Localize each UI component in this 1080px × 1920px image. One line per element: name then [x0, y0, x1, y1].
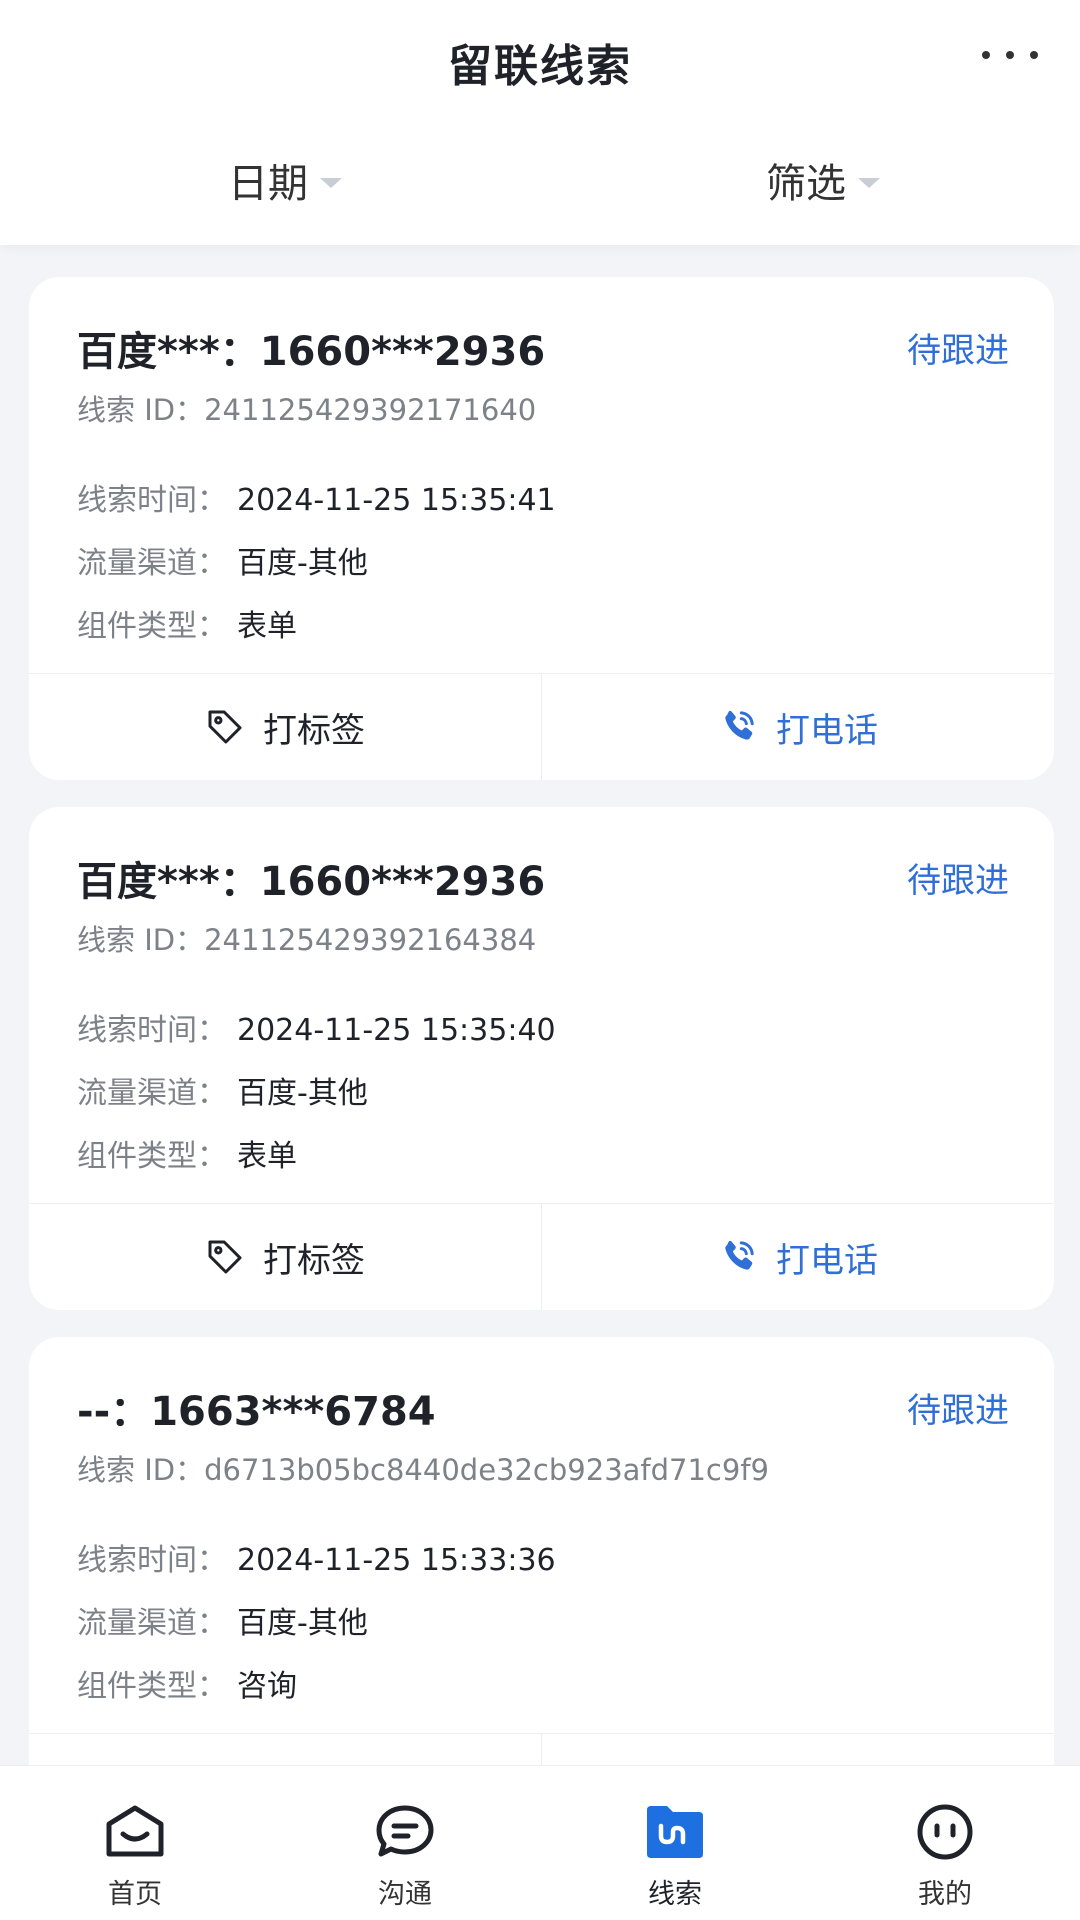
lead-id: 线索 ID：241125429392171640 [77, 387, 536, 429]
tag-button-label: 打标签 [263, 1240, 365, 1281]
lead-channel-label: 流量渠道： [77, 1606, 227, 1641]
card-actions [29, 1733, 1054, 1765]
lead-channel-row: 流量渠道： 百度-其他 [77, 1068, 368, 1112]
lead-component-value: 表单 [237, 1139, 297, 1174]
status-badge[interactable]: 待跟进 [907, 323, 1009, 372]
screen-filter[interactable]: 筛选 [766, 150, 880, 210]
more-dot-icon [1006, 51, 1014, 59]
status-badge[interactable]: 待跟进 [907, 1383, 1009, 1432]
status-badge[interactable]: 待跟进 [907, 853, 1009, 902]
tag-icon [208, 710, 242, 744]
lead-id-value: 241125429392171640 [204, 393, 537, 427]
lead-component-row: 组件类型： 表单 [77, 601, 297, 645]
call-button-label: 打电话 [776, 1240, 878, 1281]
lead-time-row: 线索时间： 2024-11-25 15:33:36 [77, 1535, 556, 1579]
lead-id-value: d6713b05bc8440de32cb923afd71c9f9 [204, 1453, 769, 1487]
lead-component-label: 组件类型： [77, 609, 227, 644]
card-actions: 打标签 打电话 [29, 1203, 1054, 1310]
page-title: 留联线索 [448, 41, 632, 92]
lead-card[interactable]: 百度***：1660***2936 待跟进 线索 ID：241125429392… [29, 807, 1054, 1310]
lead-channel-value: 百度-其他 [237, 1606, 368, 1641]
date-filter-label: 日期 [228, 161, 308, 207]
lead-time-label: 线索时间： [77, 483, 227, 518]
lead-time-row: 线索时间： 2024-11-25 15:35:40 [77, 1005, 556, 1049]
nav-item-leads[interactable]: 线索 [540, 1766, 810, 1920]
leads-icon [647, 1806, 703, 1858]
nav-item-home[interactable]: 首页 [0, 1766, 270, 1920]
more-dot-icon [982, 51, 990, 59]
tag-button-label: 打标签 [263, 710, 365, 751]
lead-id-label: 线索 ID： [77, 1453, 205, 1487]
lead-title: 百度***：1660***2936 [77, 329, 546, 375]
lead-channel-value: 百度-其他 [237, 546, 368, 581]
more-dot-icon [1030, 51, 1038, 59]
call-button[interactable]: 打电话 [541, 674, 1054, 780]
lead-component-value: 表单 [237, 609, 297, 644]
lead-channel-row: 流量渠道： 百度-其他 [77, 1598, 368, 1642]
nav-label: 线索 [648, 1879, 702, 1910]
nav-label: 我的 [918, 1879, 972, 1910]
more-button[interactable] [982, 40, 1038, 70]
phone-icon [725, 1240, 754, 1270]
caret-down-icon [320, 178, 342, 188]
lead-channel-label: 流量渠道： [77, 1076, 227, 1111]
lead-channel-value: 百度-其他 [237, 1076, 368, 1111]
lead-component-label: 组件类型： [77, 1669, 227, 1704]
lead-card[interactable]: 百度***：1660***2936 待跟进 线索 ID：241125429392… [29, 277, 1054, 780]
header: 留联线索 日期 筛选 [0, 0, 1080, 245]
lead-time-row: 线索时间： 2024-11-25 15:35:41 [77, 475, 556, 519]
nav-label: 沟通 [378, 1879, 432, 1910]
lead-component-label: 组件类型： [77, 1139, 227, 1174]
lead-channel-label: 流量渠道： [77, 546, 227, 581]
lead-id-value: 241125429392164384 [204, 923, 537, 957]
call-button[interactable] [541, 1734, 1054, 1765]
lead-id-label: 线索 ID： [77, 393, 205, 427]
lead-time-label: 线索时间： [77, 1543, 227, 1578]
leads-page: 留联线索 日期 筛选 百度***：1660***2936 待跟进 线索 ID：2… [0, 0, 1080, 1920]
call-button[interactable]: 打电话 [541, 1204, 1054, 1310]
tag-button[interactable] [29, 1734, 541, 1765]
caret-down-icon [858, 178, 880, 188]
lead-title: --：1663***6784 [77, 1389, 436, 1435]
filter-bar: 日期 筛选 [0, 130, 1080, 230]
lead-id: 线索 ID：241125429392164384 [77, 917, 536, 959]
phone-icon [725, 710, 754, 740]
lead-component-row: 组件类型： 咨询 [77, 1661, 297, 1705]
lead-component-row: 组件类型： 表单 [77, 1131, 297, 1175]
lead-card[interactable]: --：1663***6784 待跟进 线索 ID：d6713b05bc8440d… [29, 1337, 1054, 1765]
lead-time-value: 2024-11-25 15:35:40 [237, 1013, 556, 1048]
profile-icon [917, 1804, 973, 1860]
screen-filter-label: 筛选 [766, 161, 846, 207]
title-bar: 留联线索 [0, 0, 1080, 120]
lead-component-value: 咨询 [237, 1669, 297, 1704]
bottom-nav: 首页 沟通 线索 我的 [0, 1765, 1080, 1920]
nav-item-chat[interactable]: 沟通 [270, 1766, 540, 1920]
lead-time-value: 2024-11-25 15:33:36 [237, 1543, 556, 1578]
tag-button[interactable]: 打标签 [29, 674, 541, 780]
nav-label: 首页 [108, 1879, 162, 1910]
tag-button[interactable]: 打标签 [29, 1204, 541, 1310]
home-icon [106, 1805, 164, 1857]
call-button-label: 打电话 [776, 710, 878, 751]
lead-title: 百度***：1660***2936 [77, 859, 546, 905]
lead-time-label: 线索时间： [77, 1013, 227, 1048]
card-actions: 打标签 打电话 [29, 673, 1054, 780]
lead-id: 线索 ID：d6713b05bc8440de32cb923afd71c9f9 [77, 1447, 769, 1489]
chat-icon [376, 1805, 434, 1857]
tag-icon [208, 1240, 242, 1274]
lead-id-label: 线索 ID： [77, 923, 205, 957]
lead-channel-row: 流量渠道： 百度-其他 [77, 538, 368, 582]
nav-item-profile[interactable]: 我的 [810, 1766, 1080, 1920]
lead-time-value: 2024-11-25 15:35:41 [237, 483, 556, 518]
lead-list[interactable]: 百度***：1660***2936 待跟进 线索 ID：241125429392… [0, 245, 1080, 1765]
date-filter[interactable]: 日期 [228, 150, 342, 210]
